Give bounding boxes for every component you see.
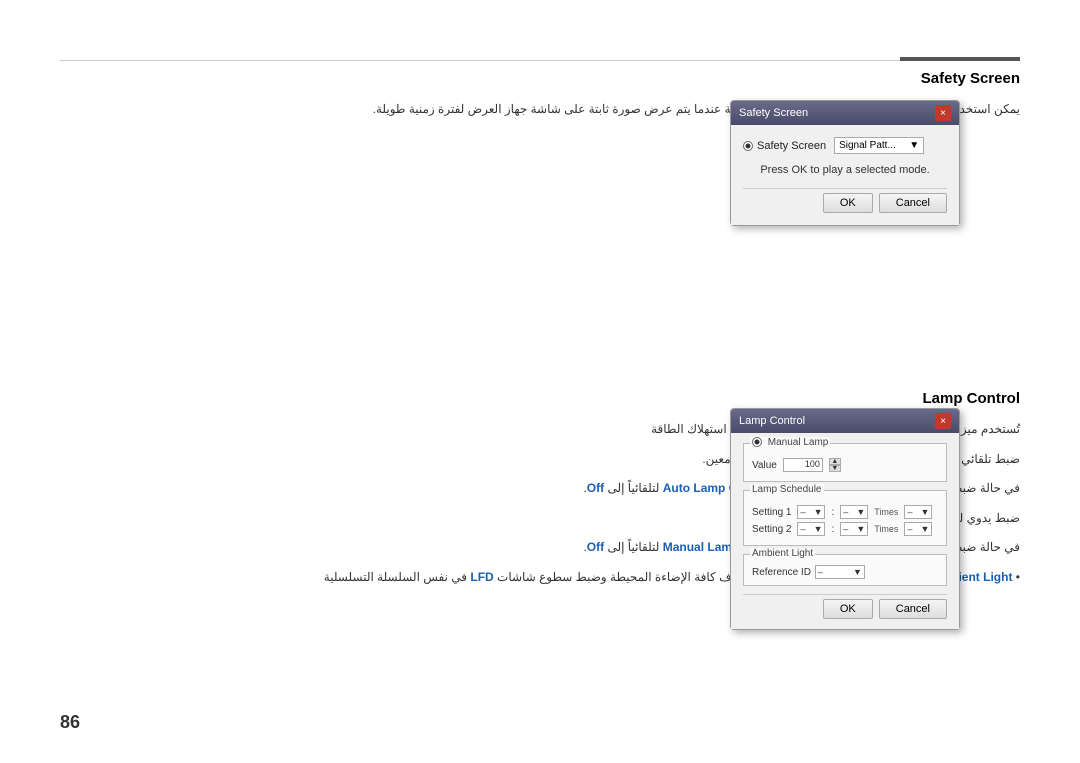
setting2-hour-select[interactable]: –▼ [797,522,825,536]
setting1-min-select[interactable]: –▼ [840,505,868,519]
lamp-control-dialog-titlebar: Lamp Control × [731,409,959,433]
ambient-reference-row: Reference ID –▼ [752,565,938,579]
safety-screen-option-row: Safety Screen Signal Patt... ▼ [743,137,947,154]
manual-lamp-radio[interactable] [752,437,762,447]
lamp-schedule-setting2-row: Setting 2 –▼ : –▼ Times –▼ [752,522,938,536]
ambient-light-group: Ambient Light Reference ID –▼ [743,554,947,586]
lamp-control-ok-button[interactable]: OK [823,599,873,619]
setting2-times-select[interactable]: –▼ [904,522,932,536]
top-divider [60,60,1020,61]
lamp-control-section: Lamp Control تُستخدم ميزة Lamp Control ل… [60,390,1020,597]
setting1-hour-arrow: ▼ [814,507,823,517]
setting2-min-arrow: ▼ [856,524,865,534]
safety-screen-dialog: Safety Screen × Safety Screen Signal Pat… [730,100,960,226]
lamp-control-dialog-body: Manual Lamp Value 100 ▲ ▼ [731,433,959,629]
lamp-value-spinner[interactable]: ▲ ▼ [829,458,841,472]
safety-screen-ok-button[interactable]: OK [823,193,873,213]
safety-screen-dialog-body: Safety Screen Signal Patt... ▼ Press OK … [731,125,959,225]
setting1-times-select[interactable]: –▼ [904,505,932,519]
setting1-min-arrow: ▼ [856,507,865,517]
lamp-schedule-group-title: Lamp Schedule [750,484,824,495]
times-label-2: Times [874,524,898,534]
top-accent-bar [900,57,1020,61]
safety-screen-dialog-buttons: OK Cancel [743,188,947,213]
lamp-control-dialog: Lamp Control × Manual Lamp Value 100 [730,408,960,630]
safety-screen-dialog-titlebar: Safety Screen × [731,101,959,125]
ambient-light-group-title: Ambient Light [750,548,815,559]
times-label-1: Times [874,507,898,517]
setting2-hour-arrow: ▼ [814,524,823,534]
ambient-reference-select[interactable]: –▼ [815,565,865,579]
manual-lamp-group: Manual Lamp Value 100 ▲ ▼ [743,443,947,482]
spin-up-arrow[interactable]: ▲ [829,458,841,465]
setting1-times-arrow: ▼ [921,507,930,517]
safety-screen-option-label: Safety Screen [743,140,826,152]
safety-screen-signal-dropdown[interactable]: Signal Patt... ▼ [834,137,924,154]
lamp-control-title: Lamp Control [60,390,1020,407]
lamp-control-dialog-title: Lamp Control [739,415,805,427]
lamp-control-lfd: LFD [470,570,493,584]
lamp-control-close-button[interactable]: × [935,413,951,429]
safety-screen-section: Safety Screen يمكن استخدام وظيفة Safety … [60,70,1020,129]
setting2-times-arrow: ▼ [921,524,930,534]
lamp-schedule-setting1-row: Setting 1 –▼ : –▼ Times –▼ [752,505,938,519]
safety-screen-dialog-title: Safety Screen [739,107,808,119]
lamp-schedule-group: Lamp Schedule Setting 1 –▼ : –▼ Times –▼… [743,490,947,546]
dropdown-arrow-icon: ▼ [909,140,919,151]
safety-screen-radio[interactable] [743,141,753,151]
safety-screen-title: Safety Screen [60,70,1020,87]
lamp-value-input[interactable]: 100 [783,458,823,472]
safety-screen-dialog-container: Safety Screen × Safety Screen Signal Pat… [730,100,960,226]
safety-screen-close-button[interactable]: × [935,105,951,121]
safety-screen-cancel-button[interactable]: Cancel [879,193,947,213]
manual-lamp-group-title: Manual Lamp [750,437,830,448]
lamp-control-highlight-5c: Off [587,540,604,554]
page-number: 86 [60,712,80,733]
lamp-value-row: Value 100 ▲ ▼ [752,458,938,472]
lamp-control-dialog-buttons: OK Cancel [743,594,947,619]
safety-screen-message: Press OK to play a selected mode. [743,164,947,176]
lamp-control-cancel-button[interactable]: Cancel [879,599,947,619]
setting2-min-select[interactable]: –▼ [840,522,868,536]
ambient-ref-arrow: ▼ [853,567,862,577]
spin-down-arrow[interactable]: ▼ [829,465,841,472]
lamp-control-highlight-3c: Off [587,481,604,495]
lamp-control-dialog-container: Lamp Control × Manual Lamp Value 100 [730,408,960,630]
setting1-hour-select[interactable]: –▼ [797,505,825,519]
